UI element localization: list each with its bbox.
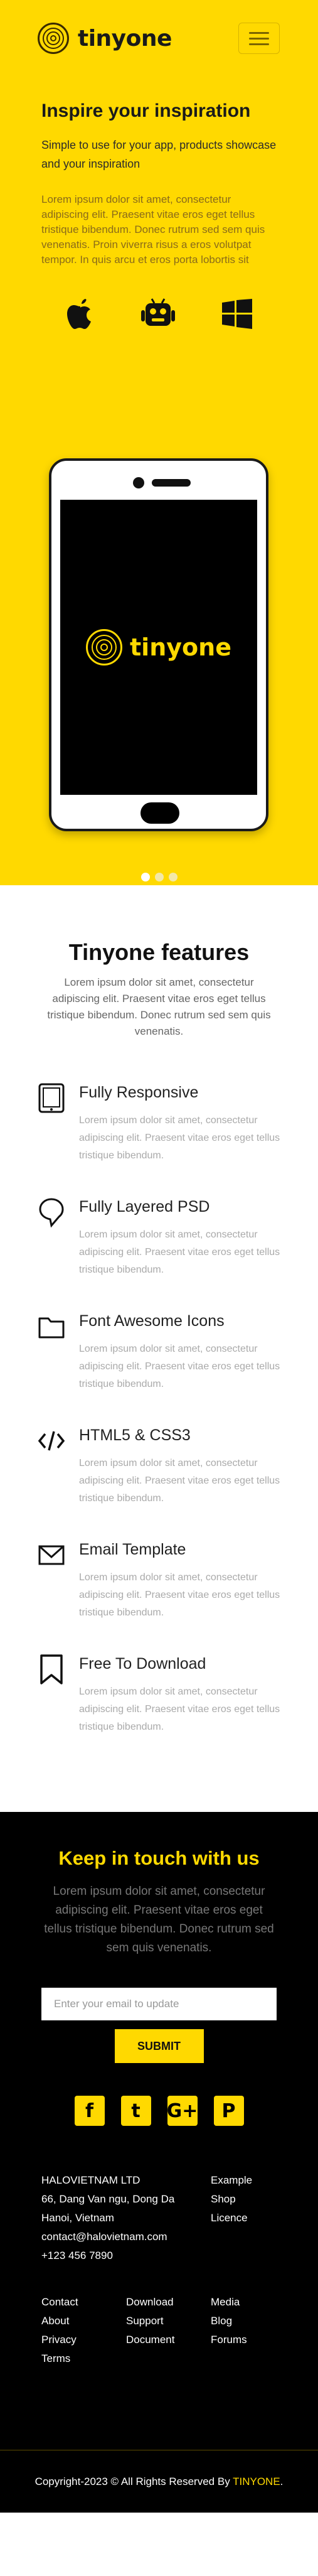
copyright-bar: Copyright-2023 © All Rights Reserved By … xyxy=(0,2450,318,2513)
hero-description: Lorem ipsum dolor sit amet, consectetur … xyxy=(41,193,265,266)
email-link[interactable]: contact@halovietnam.com xyxy=(41,2228,211,2246)
phone-screen-logo-text: tinyone xyxy=(130,633,231,661)
feature-title: HTML5 & CSS3 xyxy=(79,1426,191,1444)
feature-text: Lorem ipsum dolor sit amet, consectetur … xyxy=(79,1458,280,1504)
contact-section: Keep in touch with us Lorem ipsum dolor … xyxy=(0,1812,318,2450)
link-document[interactable]: Document xyxy=(126,2331,211,2349)
features-intro: Lorem ipsum dolor sit amet, consectetur … xyxy=(47,976,271,1037)
address-line: Hanoi, Vietnam xyxy=(41,2212,114,2224)
link-forums[interactable]: Forums xyxy=(211,2331,277,2349)
slider-dot-2[interactable] xyxy=(154,873,164,881)
copyright-suffix: . xyxy=(280,2476,284,2487)
feature-item: Fully Responsive Lorem ipsum dolor sit a… xyxy=(38,1082,280,1197)
phone-mockup: tinyone xyxy=(49,458,268,831)
platform-icons xyxy=(41,293,277,335)
feature-text: Lorem ipsum dolor sit amet, consectetur … xyxy=(79,1686,280,1732)
link-download[interactable]: Download xyxy=(126,2293,211,2312)
company-info: HALOVIETNAM LTD 66, Dang Van ngu, Dong D… xyxy=(41,2171,277,2265)
pinterest-icon[interactable]: P xyxy=(213,2096,244,2126)
contact-intro: Lorem ipsum dolor sit amet, consectetur … xyxy=(44,1885,274,1954)
slider-dot-3[interactable] xyxy=(168,873,178,881)
features-title: Tinyone features xyxy=(68,939,250,965)
phone-home-button xyxy=(140,802,179,824)
feature-item: Email Template Lorem ipsum dolor sit ame… xyxy=(38,1539,280,1654)
bookmark-icon xyxy=(40,1654,63,1684)
social-links: f t G+ P xyxy=(41,2096,277,2126)
footer-link-column: Media Blog Forums xyxy=(211,2293,277,2368)
hero-title: Inspire your inspiration xyxy=(41,100,251,121)
logo[interactable]: tinyone xyxy=(38,23,172,54)
feature-item: Font Awesome Icons Lorem ipsum dolor sit… xyxy=(38,1311,280,1425)
feature-text: Lorem ipsum dolor sit amet, consectetur … xyxy=(79,1115,280,1161)
copyright-brand-link[interactable]: TINYONE xyxy=(233,2476,280,2487)
code-icon xyxy=(38,1431,65,1451)
link-about[interactable]: About xyxy=(41,2312,126,2331)
link-example[interactable]: Example xyxy=(211,2171,277,2190)
logo-text: tinyone xyxy=(78,25,172,51)
slider-dots xyxy=(0,873,318,881)
feature-text: Lorem ipsum dolor sit amet, consectetur … xyxy=(79,1572,280,1618)
hamburger-icon xyxy=(249,31,269,34)
submit-button[interactable]: SUBMIT xyxy=(114,2029,204,2063)
feature-title: Free To Download xyxy=(79,1655,206,1673)
email-field[interactable] xyxy=(41,1988,277,2020)
windows-icon[interactable] xyxy=(221,299,252,329)
link-shop[interactable]: Shop xyxy=(211,2190,277,2209)
copyright-text: Copyright-2023 © All Rights Reserved By xyxy=(34,2476,233,2487)
address-line: 66, Dang Van ngu, Dong Da xyxy=(41,2193,175,2205)
feature-list: Fully Responsive Lorem ipsum dolor sit a… xyxy=(38,1082,280,1768)
feature-item: HTML5 & CSS3 Lorem ipsum dolor sit amet,… xyxy=(38,1425,280,1539)
link-blog[interactable]: Blog xyxy=(211,2312,277,2331)
phone-camera xyxy=(133,477,144,488)
feature-text: Lorem ipsum dolor sit amet, consectetur … xyxy=(79,1344,280,1389)
address-block: HALOVIETNAM LTD 66, Dang Van ngu, Dong D… xyxy=(41,2171,211,2265)
slider-dot-1[interactable] xyxy=(140,873,150,881)
facebook-icon[interactable]: f xyxy=(74,2096,105,2126)
feature-title: Font Awesome Icons xyxy=(79,1312,225,1330)
menu-toggle-button[interactable] xyxy=(238,23,280,54)
phone-number: +123 456 7890 xyxy=(41,2250,113,2261)
secondary-links: Example Shop Licence xyxy=(211,2171,277,2265)
contact-title: Keep in touch with us xyxy=(58,1847,260,1869)
footer-links: Contact About Privacy Terms Download Sup… xyxy=(41,2293,277,2368)
feature-item: Fully Layered PSD Lorem ipsum dolor sit … xyxy=(38,1197,280,1311)
link-terms[interactable]: Terms xyxy=(41,2349,126,2368)
feature-item: Free To Download Lorem ipsum dolor sit a… xyxy=(38,1654,280,1768)
features-section: Tinyone features Lorem ipsum dolor sit a… xyxy=(0,885,318,1768)
feature-text: Lorem ipsum dolor sit amet, consectetur … xyxy=(79,1229,280,1275)
link-media[interactable]: Media xyxy=(211,2293,277,2312)
phone-screen: tinyone xyxy=(60,500,257,795)
site-header: tinyone xyxy=(0,0,318,75)
link-licence[interactable]: Licence xyxy=(211,2209,277,2228)
envelope-icon xyxy=(38,1545,65,1565)
fingerprint-icon xyxy=(38,23,69,54)
feature-title: Email Template xyxy=(79,1541,186,1558)
apple-icon[interactable] xyxy=(66,298,94,330)
hero-subtitle: Simple to use for your app, products sho… xyxy=(41,139,277,170)
fingerprint-icon xyxy=(86,629,123,666)
android-icon[interactable] xyxy=(140,298,176,330)
google-plus-icon[interactable]: G+ xyxy=(167,2096,198,2126)
feature-title: Fully Responsive xyxy=(79,1084,199,1101)
company-name: HALOVIETNAM LTD xyxy=(41,2174,140,2186)
folder-icon xyxy=(38,1317,65,1339)
footer-link-column: Contact About Privacy Terms xyxy=(41,2293,126,2368)
feature-title: Fully Layered PSD xyxy=(79,1198,210,1215)
layer-icon xyxy=(39,1198,64,1228)
twitter-icon[interactable]: t xyxy=(120,2096,151,2126)
hero-section: Inspire your inspiration Simple to use f… xyxy=(0,75,318,885)
link-support[interactable]: Support xyxy=(126,2312,211,2331)
link-privacy[interactable]: Privacy xyxy=(41,2331,126,2349)
footer-link-column: Download Support Document xyxy=(126,2293,211,2368)
tablet-icon xyxy=(38,1083,65,1113)
link-contact[interactable]: Contact xyxy=(41,2293,126,2312)
phone-speaker xyxy=(152,479,191,487)
